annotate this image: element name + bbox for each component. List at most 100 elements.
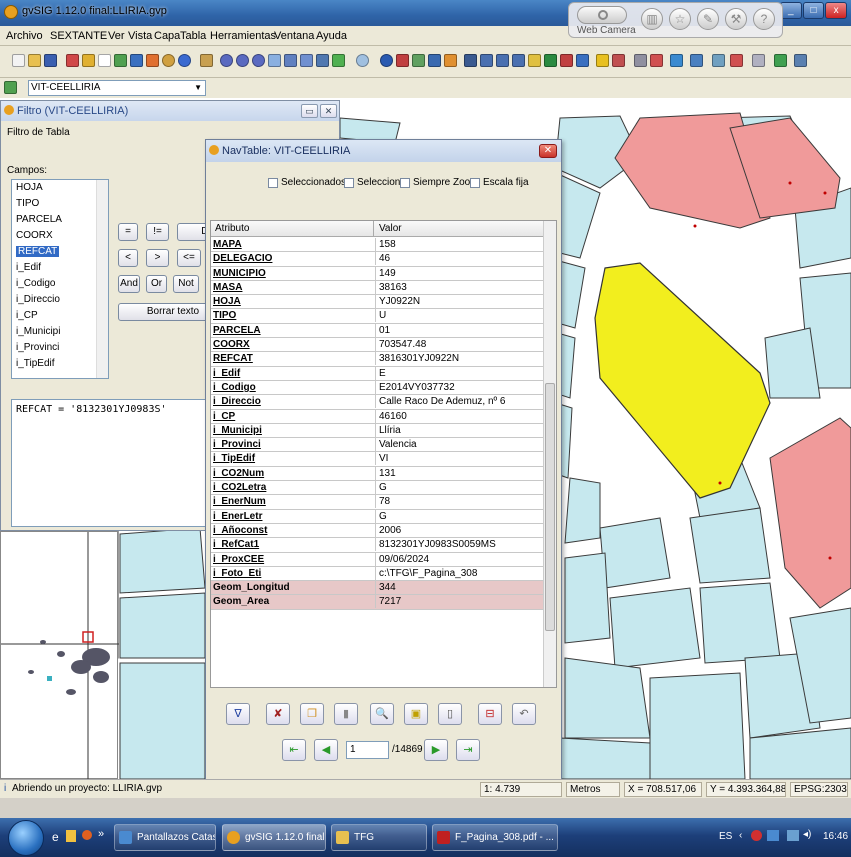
- table-scrollbar[interactable]: [543, 221, 556, 687]
- delete-icon[interactable]: [612, 54, 625, 67]
- zoom-in-icon[interactable]: [220, 54, 233, 67]
- checkbox-box[interactable]: [268, 177, 278, 188]
- info-icon[interactable]: [356, 54, 369, 67]
- network-icon[interactable]: [767, 830, 779, 841]
- column-header-atributo[interactable]: Atributo: [215, 223, 249, 234]
- overview-map[interactable]: [0, 531, 119, 780]
- checkbox-box[interactable]: [400, 177, 410, 188]
- monitor-icon[interactable]: [787, 830, 799, 841]
- attribute-value[interactable]: 3816301YJ0922N: [375, 352, 543, 366]
- checkbox-seleccionados[interactable]: Seleccionados: [268, 177, 346, 188]
- field-item[interactable]: i_TipEdif: [16, 358, 55, 369]
- navtable-icon[interactable]: [670, 54, 683, 67]
- attribute-value[interactable]: YJ0922N: [375, 295, 543, 309]
- attribute-value[interactable]: E2014VY037732: [375, 380, 543, 394]
- parcel[interactable]: [699, 582, 781, 664]
- parcel[interactable]: [649, 672, 746, 779]
- attribute-value[interactable]: 8132301YJ0983S0059MS: [375, 538, 543, 552]
- filter-icon[interactable]: [596, 54, 609, 67]
- attribute-value[interactable]: G: [375, 509, 543, 523]
- selection-icon[interactable]: ▯: [438, 703, 462, 725]
- circle-icon[interactable]: [162, 54, 175, 67]
- locate-icon[interactable]: [428, 54, 441, 67]
- checkbox-box[interactable]: [470, 177, 480, 188]
- select-buffer-icon[interactable]: [528, 54, 541, 67]
- parcel[interactable]: [119, 592, 206, 659]
- field-item[interactable]: HOJA: [16, 182, 43, 193]
- attribute-value[interactable]: c:\TFG\F_Pagina_308: [375, 566, 543, 580]
- delete-record-icon[interactable]: ⊟: [478, 703, 502, 725]
- attribute-value[interactable]: G: [375, 481, 543, 495]
- attribute-value[interactable]: 2006: [375, 523, 543, 537]
- menu-ayuda[interactable]: Ayuda: [316, 30, 347, 42]
- measure-icon[interactable]: [396, 54, 409, 67]
- graph-icon[interactable]: [650, 54, 663, 67]
- field-item[interactable]: i_Direccio: [16, 294, 60, 305]
- pencil-icon[interactable]: [82, 54, 95, 67]
- parcel[interactable]: [764, 327, 821, 399]
- fields-list[interactable]: HOJA TIPO PARCELA COORX REFCAT i_Edif i_…: [11, 179, 109, 379]
- zoom-out-icon[interactable]: [236, 54, 249, 67]
- equals-button[interactable]: =: [118, 223, 138, 241]
- field-item[interactable]: i_Edif: [16, 262, 41, 273]
- query-tool-icon[interactable]: [576, 54, 589, 67]
- attribute-value[interactable]: 46160: [375, 409, 543, 423]
- explorer-icon[interactable]: [66, 830, 76, 842]
- paste-icon[interactable]: ▮: [334, 703, 358, 725]
- filter-minimize-button[interactable]: ▭: [301, 104, 318, 118]
- start-button[interactable]: [8, 820, 44, 856]
- column-header-valor[interactable]: Valor: [379, 223, 402, 234]
- layer-select[interactable]: VIT-CEELLIRIA ▼: [28, 80, 206, 96]
- attribute-value[interactable]: 131: [375, 466, 543, 480]
- zoom-full-icon[interactable]: [268, 54, 281, 67]
- and-button[interactable]: And: [118, 275, 140, 293]
- parcel[interactable]: [599, 517, 671, 589]
- zoom-layer-icon[interactable]: [284, 54, 297, 67]
- globe-icon[interactable]: [178, 54, 191, 67]
- edit-layer-icon[interactable]: [712, 54, 725, 67]
- edit-icon[interactable]: ✎: [697, 8, 719, 30]
- attribute-value[interactable]: E: [375, 366, 543, 380]
- fields-scrollbar[interactable]: [96, 180, 108, 378]
- media-player-icon[interactable]: [82, 830, 92, 840]
- checkbox-siempre-zoom[interactable]: Siempre Zoom: [400, 177, 479, 188]
- document-icon[interactable]: [98, 54, 111, 67]
- select-rect-icon[interactable]: [480, 54, 493, 67]
- open-icon[interactable]: [28, 54, 41, 67]
- pan-icon[interactable]: [316, 54, 329, 67]
- attribute-value[interactable]: 7217: [375, 595, 543, 609]
- help-icon[interactable]: ?: [753, 8, 775, 30]
- units-field[interactable]: Metros: [566, 782, 620, 797]
- close-button[interactable]: x: [825, 2, 848, 19]
- select-poly-icon[interactable]: [496, 54, 509, 67]
- attribute-value[interactable]: Valencia: [375, 438, 543, 452]
- filter-close-button[interactable]: ✕: [320, 104, 337, 118]
- chevron-left-icon[interactable]: ‹: [739, 830, 742, 841]
- greater-than-button[interactable]: >: [146, 249, 169, 267]
- save-view-icon[interactable]: [130, 54, 143, 67]
- parcel[interactable]: [564, 657, 651, 739]
- record-number-input[interactable]: 1: [346, 741, 389, 759]
- less-equal-button[interactable]: <=: [177, 249, 201, 267]
- task-pdf[interactable]: F_Pagina_308.pdf - ...: [432, 824, 558, 851]
- attribute-value[interactable]: 46: [375, 252, 543, 266]
- menu-archivo[interactable]: Archivo: [6, 30, 43, 42]
- parcel[interactable]: [609, 587, 701, 669]
- field-item[interactable]: i_Municipi: [16, 326, 60, 337]
- hyperlink-icon[interactable]: [444, 54, 457, 67]
- navtable-close-button[interactable]: ✕: [539, 144, 557, 158]
- security-icon[interactable]: [751, 830, 762, 841]
- attribute-value[interactable]: 149: [375, 266, 543, 280]
- attribute-value[interactable]: 158: [375, 238, 543, 251]
- minimize-button[interactable]: _: [780, 2, 802, 19]
- checkbox-box[interactable]: [344, 177, 354, 188]
- parcel[interactable]: [119, 527, 206, 594]
- attribute-value[interactable]: 38163: [375, 280, 543, 294]
- tool-icon[interactable]: [752, 54, 765, 67]
- parcel[interactable]: [689, 507, 771, 584]
- menu-tabla[interactable]: Tabla: [180, 30, 206, 42]
- clear-selection-icon[interactable]: [560, 54, 573, 67]
- attribute-table[interactable]: Atributo Valor MAPA 158 DELEGACIO 46 MUNIC…: [210, 220, 557, 688]
- first-record-icon[interactable]: ⇤: [282, 739, 306, 761]
- menu-capa[interactable]: Capa: [154, 30, 180, 42]
